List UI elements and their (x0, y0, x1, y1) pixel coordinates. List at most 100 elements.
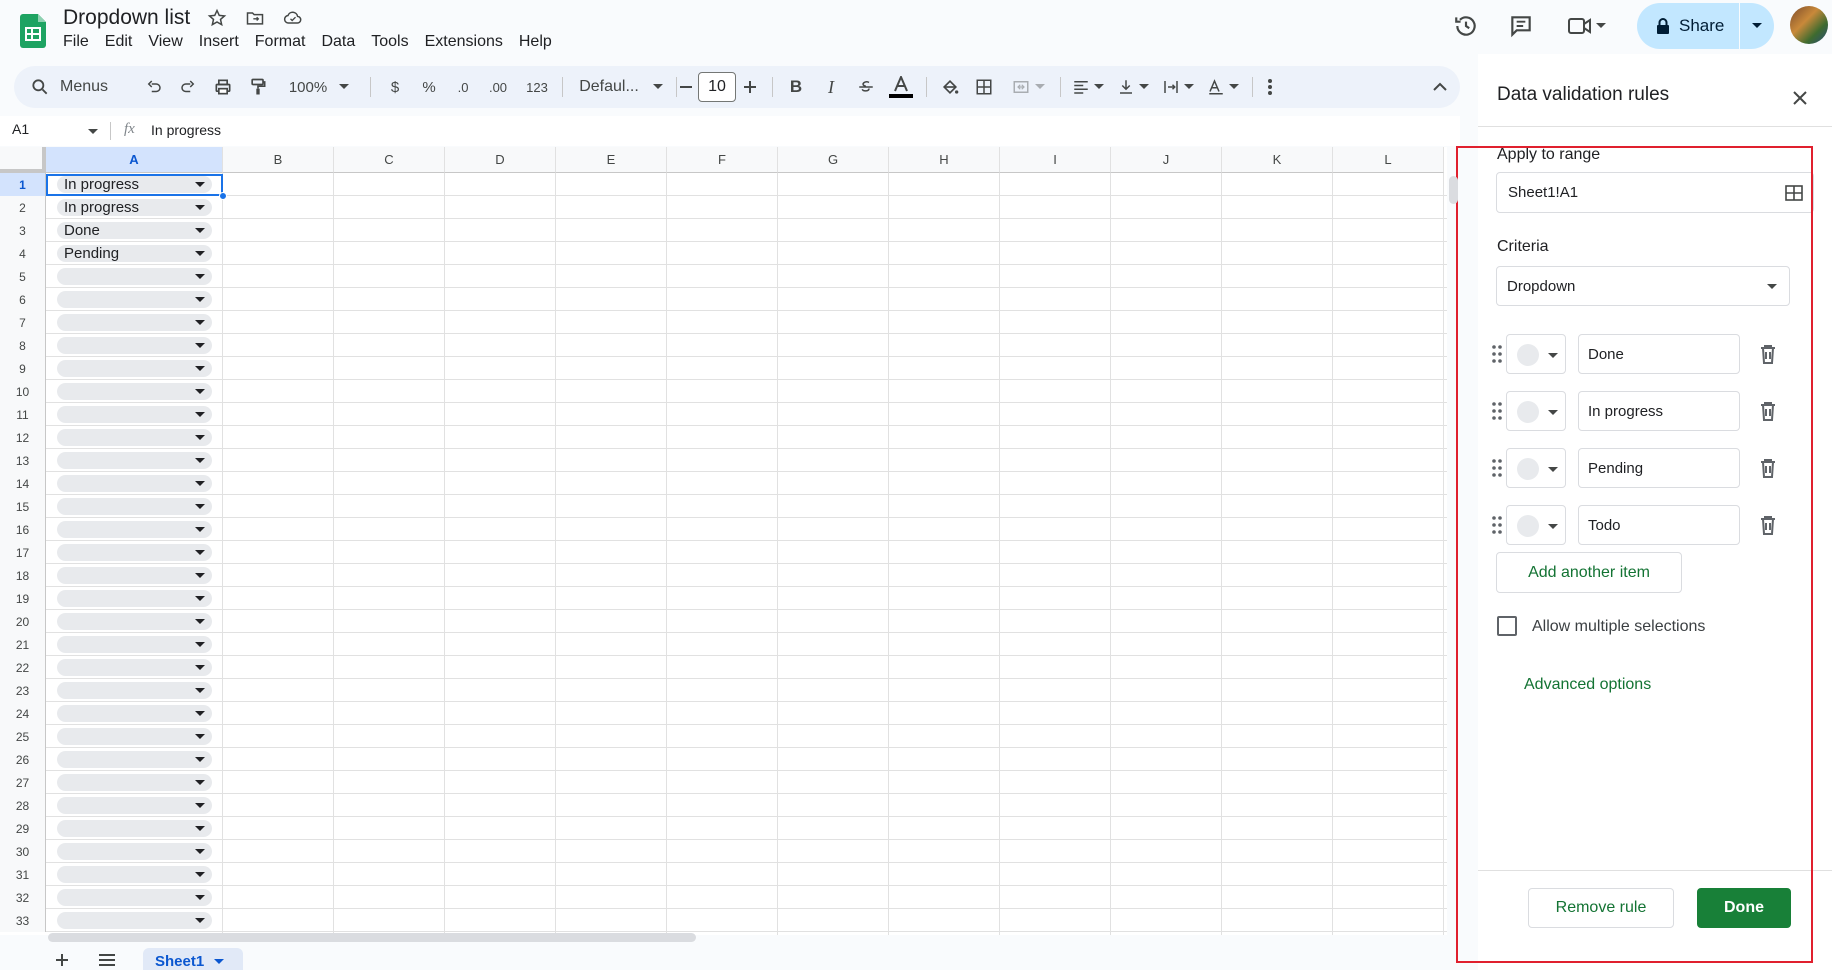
dropdown-chip[interactable] (57, 452, 212, 469)
item-color-picker[interactable] (1506, 448, 1566, 488)
row-header[interactable]: 1 (0, 173, 46, 196)
drag-handle-icon[interactable] (1492, 515, 1502, 535)
dropdown-chip[interactable] (57, 544, 212, 561)
row-header[interactable]: 5 (0, 265, 46, 288)
item-value-input[interactable]: Todo (1578, 505, 1740, 545)
merge-cells-icon[interactable] (1006, 66, 1050, 108)
row-header[interactable]: 27 (0, 771, 46, 794)
cloud-saved-icon[interactable] (280, 6, 306, 30)
delete-item-icon[interactable] (1756, 342, 1780, 366)
close-icon[interactable] (1788, 86, 1812, 110)
menu-edit[interactable]: Edit (105, 33, 133, 51)
formula-input[interactable]: In progress (151, 122, 221, 138)
drag-handle-icon[interactable] (1492, 344, 1502, 364)
row-header[interactable]: 31 (0, 863, 46, 886)
dropdown-chip[interactable] (57, 774, 212, 791)
version-history-icon[interactable] (1450, 12, 1482, 40)
dropdown-chip[interactable] (57, 912, 212, 929)
delete-item-icon[interactable] (1756, 399, 1780, 423)
text-wrapping-icon[interactable] (1158, 66, 1198, 108)
dropdown-chip[interactable] (57, 751, 212, 768)
dropdown-chip[interactable] (57, 705, 212, 722)
row-header[interactable]: 11 (0, 403, 46, 426)
row-header[interactable]: 32 (0, 886, 46, 909)
number-format-button[interactable]: 123 (522, 66, 552, 108)
fill-handle[interactable] (219, 192, 227, 200)
bold-button[interactable]: B (784, 66, 808, 108)
dropdown-chip[interactable] (57, 268, 212, 285)
column-header-a[interactable]: A (46, 147, 223, 173)
select-range-grid-icon[interactable] (1785, 185, 1803, 201)
dropdown-chip[interactable] (57, 843, 212, 860)
row-header[interactable]: 14 (0, 472, 46, 495)
row-header[interactable]: 17 (0, 541, 46, 564)
text-rotation-icon[interactable] (1203, 66, 1243, 108)
avatar[interactable] (1790, 6, 1828, 44)
borders-icon[interactable] (971, 66, 997, 108)
share-options-caret-icon[interactable] (1740, 3, 1774, 49)
dropdown-chip[interactable] (57, 889, 212, 906)
row-header[interactable]: 20 (0, 610, 46, 633)
add-sheet-icon[interactable] (55, 953, 69, 970)
dropdown-chip[interactable] (57, 337, 212, 354)
column-header-l[interactable]: L (1333, 147, 1444, 173)
row-header[interactable]: 12 (0, 426, 46, 449)
dropdown-chip[interactable] (57, 521, 212, 538)
name-box-caret-icon[interactable] (88, 128, 98, 136)
share-button[interactable]: Share (1637, 3, 1739, 49)
row-header[interactable]: 4 (0, 242, 46, 265)
item-value-input[interactable]: Pending (1578, 448, 1740, 488)
menu-data[interactable]: Data (321, 33, 355, 51)
font-select[interactable]: Defaul... (574, 66, 668, 108)
dropdown-chip[interactable] (57, 682, 212, 699)
italic-button[interactable]: I (819, 66, 843, 108)
item-color-picker[interactable] (1506, 505, 1566, 545)
row-header[interactable]: 7 (0, 311, 46, 334)
decrease-decimal-button[interactable]: .0 (451, 66, 475, 108)
spreadsheet-grid[interactable]: A B C D E F G H I J K L 1 In progress 2 In progress 3 Don… (0, 147, 1447, 935)
meet-icon[interactable] (1561, 12, 1611, 40)
item-color-picker[interactable] (1506, 334, 1566, 374)
paint-format-icon[interactable] (245, 66, 271, 108)
dropdown-chip[interactable] (57, 429, 212, 446)
decrease-font-size-icon[interactable] (677, 66, 695, 108)
row-header[interactable]: 10 (0, 380, 46, 403)
column-header-k[interactable]: K (1222, 147, 1333, 173)
column-header-c[interactable]: C (334, 147, 445, 173)
drag-handle-icon[interactable] (1492, 401, 1502, 421)
add-another-item-button[interactable]: Add another item (1496, 552, 1682, 593)
document-title[interactable]: Dropdown list (63, 6, 190, 30)
dropdown-chip[interactable] (57, 866, 212, 883)
dropdown-chip[interactable] (57, 613, 212, 630)
dropdown-chip[interactable] (57, 636, 212, 653)
criteria-select[interactable]: Dropdown (1496, 266, 1790, 306)
delete-item-icon[interactable] (1756, 513, 1780, 537)
vertical-scrollbar[interactable] (1449, 176, 1458, 204)
remove-rule-button[interactable]: Remove rule (1528, 888, 1674, 928)
dropdown-chip[interactable] (57, 314, 212, 331)
dropdown-chip[interactable] (57, 291, 212, 308)
dropdown-chip[interactable] (57, 797, 212, 814)
dropdown-chip[interactable]: Pending (57, 245, 212, 262)
row-header[interactable]: 24 (0, 702, 46, 725)
column-header-j[interactable]: J (1111, 147, 1222, 173)
dropdown-chip[interactable] (57, 360, 212, 377)
row-header[interactable]: 19 (0, 587, 46, 610)
all-sheets-icon[interactable] (98, 953, 116, 970)
menu-help[interactable]: Help (519, 33, 552, 51)
move-folder-icon[interactable] (242, 6, 268, 30)
select-all-corner[interactable] (0, 147, 46, 173)
name-box[interactable]: A1 (12, 121, 29, 137)
dropdown-chip[interactable] (57, 383, 212, 400)
row-header[interactable]: 6 (0, 288, 46, 311)
print-icon[interactable] (210, 66, 236, 108)
column-header-b[interactable]: B (223, 147, 334, 173)
dropdown-chip[interactable] (57, 406, 212, 423)
dropdown-chip[interactable] (57, 659, 212, 676)
row-header[interactable]: 21 (0, 633, 46, 656)
drag-handle-icon[interactable] (1492, 458, 1502, 478)
row-header[interactable]: 15 (0, 495, 46, 518)
menu-format[interactable]: Format (255, 33, 306, 51)
dropdown-chip[interactable] (57, 475, 212, 492)
item-value-input[interactable]: Done (1578, 334, 1740, 374)
